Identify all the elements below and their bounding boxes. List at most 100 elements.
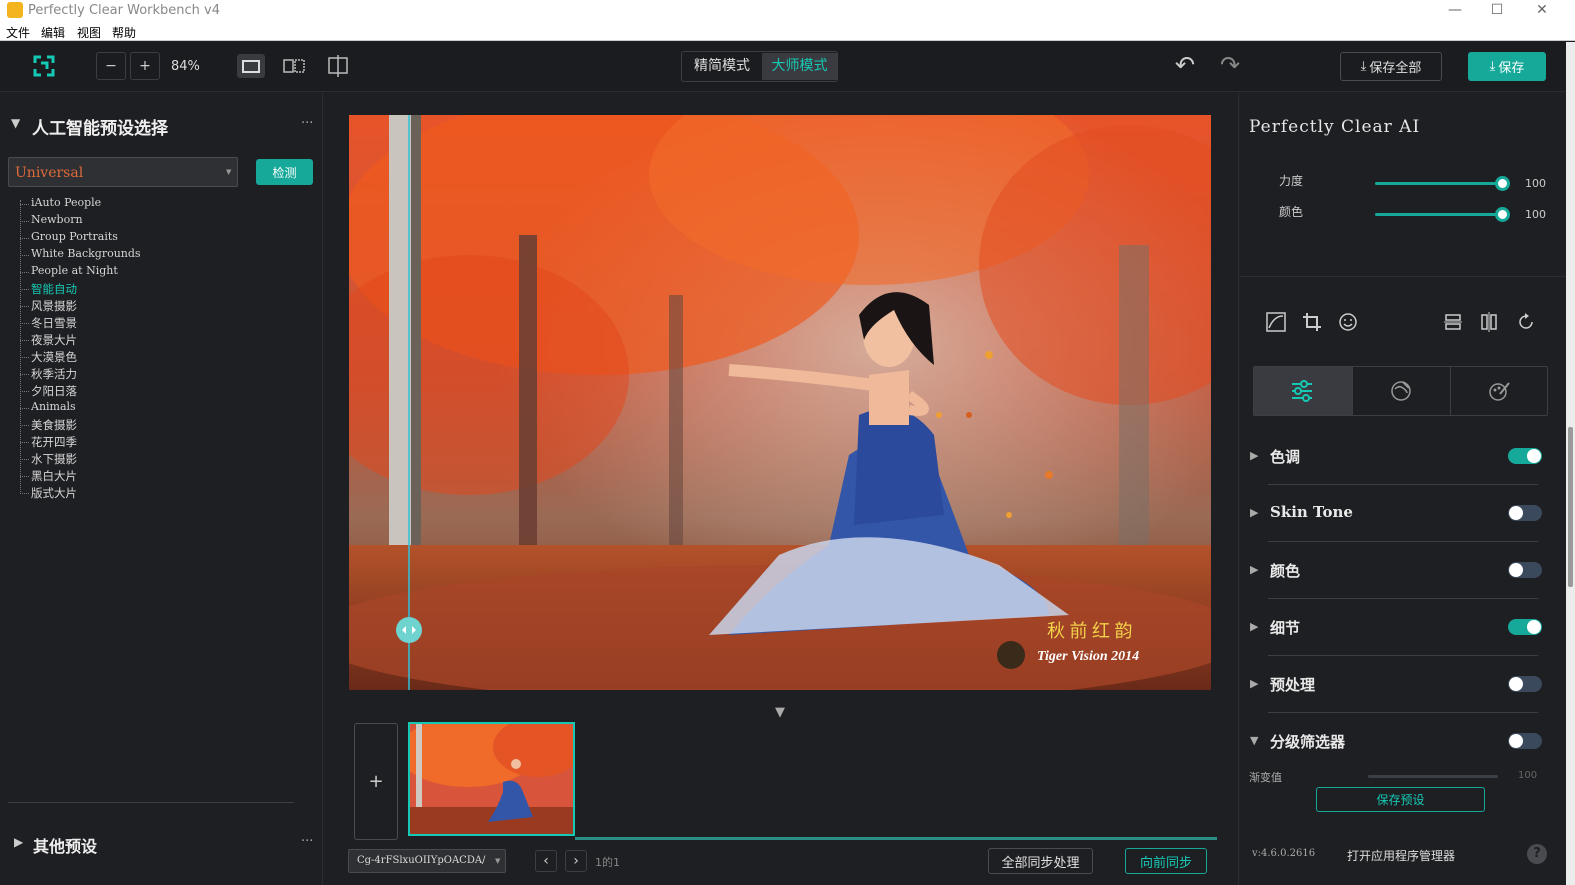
preset-item[interactable]: 版式大片 <box>31 485 77 501</box>
rotate-icon[interactable] <box>1516 312 1536 332</box>
more-options-icon[interactable]: ··· <box>301 116 313 131</box>
preset-item[interactable]: 美食摄影 <box>31 417 77 433</box>
minimize-button[interactable]: — <box>1432 0 1478 23</box>
section-title[interactable]: Skin Tone <box>1270 503 1353 521</box>
more-options-icon[interactable]: ··· <box>301 834 313 849</box>
gradient-value: 100 <box>1518 770 1538 781</box>
collapsed-arrow-icon[interactable]: ▶ <box>1250 506 1258 519</box>
add-image-button[interactable]: + <box>354 723 398 840</box>
slider-handle[interactable] <box>1495 176 1510 191</box>
menu-view[interactable]: 视图 <box>77 24 101 41</box>
menu-file[interactable]: 文件 <box>6 24 30 41</box>
maximize-button[interactable]: ☐ <box>1474 0 1520 23</box>
flip-vertical-icon[interactable] <box>1444 312 1462 332</box>
photo-watermark-en: Tiger Vision 2014 <box>1037 649 1139 664</box>
fit-view-icon[interactable] <box>33 55 55 77</box>
window-scrollbar[interactable] <box>1566 42 1575 885</box>
open-app-manager-link[interactable]: 打开应用程序管理器 <box>1347 847 1455 864</box>
preset-item[interactable]: 黑白大片 <box>31 468 77 484</box>
file-dropdown-value: Cg-4rFSlxuOIIYpOACDA/ <box>357 855 486 866</box>
save-all-button[interactable]: ⤓ 保存全部 <box>1340 52 1442 81</box>
collapsed-arrow-icon[interactable]: ▶ <box>1250 677 1258 690</box>
tree-connector <box>20 476 29 477</box>
preset-item[interactable]: 夕阳日落 <box>31 383 77 399</box>
filmstrip-scrollbar[interactable] <box>575 837 1217 840</box>
tab-effects[interactable] <box>1450 367 1548 415</box>
section-toggle[interactable] <box>1508 733 1542 749</box>
zoom-out-button[interactable]: − <box>96 52 126 80</box>
split-view-icon[interactable] <box>283 59 305 74</box>
photo-preview[interactable]: 秋 前 红 韵 Tiger Vision 2014 <box>349 115 1211 690</box>
section-title[interactable]: 预处理 <box>1270 674 1315 695</box>
close-button[interactable]: ✕ <box>1519 0 1565 23</box>
save-preset-button[interactable]: 保存预设 <box>1316 787 1485 812</box>
collapse-arrow-icon[interactable]: ▼ <box>11 116 20 130</box>
undo-icon[interactable]: ↶ <box>1175 51 1195 79</box>
slider-track[interactable] <box>1375 213 1502 216</box>
collapsed-arrow-icon[interactable]: ▶ <box>1250 449 1258 462</box>
section-title[interactable]: 分级筛选器 <box>1270 731 1345 752</box>
preset-item[interactable]: Group Portraits <box>31 230 118 243</box>
redo-icon[interactable]: ↷ <box>1220 51 1240 79</box>
compare-view-icon[interactable] <box>327 55 349 77</box>
preset-item[interactable]: 花开四季 <box>31 434 77 450</box>
expanded-arrow-icon[interactable]: ▼ <box>1250 734 1258 747</box>
preset-item[interactable]: White Backgrounds <box>31 247 141 260</box>
preset-item[interactable]: 大漠景色 <box>31 349 77 365</box>
curves-icon[interactable] <box>1266 312 1286 332</box>
expand-arrow-icon[interactable]: ▶ <box>14 835 23 849</box>
sync-all-button[interactable]: 全部同步处理 <box>988 848 1093 874</box>
preset-item[interactable]: 风景摄影 <box>31 298 77 314</box>
preset-item[interactable]: Newborn <box>31 213 83 226</box>
panel-title: Perfectly Clear AI <box>1249 117 1421 137</box>
flip-horizontal-icon[interactable] <box>1480 312 1498 332</box>
file-dropdown[interactable]: Cg-4rFSlxuOIIYpOACDA/ ▼ <box>348 849 506 873</box>
section-title[interactable]: 颜色 <box>1270 560 1300 581</box>
section-title[interactable]: 细节 <box>1270 617 1300 638</box>
gradient-label: 渐变值 <box>1249 771 1282 784</box>
preset-item[interactable]: 智能自动 <box>31 281 77 297</box>
section-toggle[interactable] <box>1508 619 1542 635</box>
sync-forward-button[interactable]: 向前同步 <box>1125 848 1207 874</box>
prev-image-button[interactable]: ‹ <box>535 850 557 872</box>
single-view-button[interactable] <box>237 54 265 78</box>
master-mode-tab[interactable]: 大师模式 <box>762 53 837 80</box>
preset-item[interactable]: 秋季活力 <box>31 366 77 382</box>
globe-edit-icon <box>1391 381 1411 401</box>
section-title[interactable]: 色调 <box>1270 446 1300 467</box>
mode-switch: 精简模式 大师模式 <box>681 51 838 82</box>
compare-handle-icon[interactable] <box>396 617 422 643</box>
detect-button[interactable]: 检测 <box>256 159 313 185</box>
section-toggle[interactable] <box>1508 448 1542 464</box>
collapsed-arrow-icon[interactable]: ▶ <box>1250 620 1258 633</box>
collapse-filmstrip-icon[interactable]: ▼ <box>775 705 785 720</box>
preset-dropdown[interactable]: Universal ▼ <box>8 157 238 187</box>
toolbar: − + 84% 精简模式 大师模式 ↶ ↷ ⤓ 保存全部 ⤓ 保存 <box>0 42 1566 92</box>
zoom-in-button[interactable]: + <box>130 52 160 80</box>
preset-item[interactable]: 夜景大片 <box>31 332 77 348</box>
menu-edit[interactable]: 编辑 <box>41 24 65 41</box>
face-icon[interactable] <box>1338 312 1358 332</box>
save-button[interactable]: ⤓ 保存 <box>1468 52 1546 81</box>
tab-adjustments[interactable] <box>1254 367 1352 415</box>
section-toggle[interactable] <box>1508 562 1542 578</box>
section-toggle[interactable] <box>1508 505 1542 521</box>
collapsed-arrow-icon[interactable]: ▶ <box>1250 563 1258 576</box>
simple-mode-tab[interactable]: 精简模式 <box>682 52 762 81</box>
help-icon[interactable]: ? <box>1527 844 1547 864</box>
gradient-slider[interactable] <box>1368 775 1498 778</box>
preset-item[interactable]: People at Night <box>31 264 118 277</box>
preset-item[interactable]: iAuto People <box>31 196 101 209</box>
next-image-button[interactable]: › <box>565 850 587 872</box>
divider <box>1268 541 1538 542</box>
slider-handle[interactable] <box>1495 207 1510 222</box>
slider-track[interactable] <box>1375 182 1502 185</box>
menu-help[interactable]: 帮助 <box>112 24 136 41</box>
crop-icon[interactable] <box>1302 312 1322 332</box>
preset-item[interactable]: 水下摄影 <box>31 451 77 467</box>
section-toggle[interactable] <box>1508 676 1542 692</box>
preset-item[interactable]: 冬日雪景 <box>31 315 77 331</box>
thumbnail-image[interactable] <box>408 722 575 836</box>
tab-creative[interactable] <box>1352 367 1450 415</box>
preset-item[interactable]: Animals <box>31 400 76 413</box>
